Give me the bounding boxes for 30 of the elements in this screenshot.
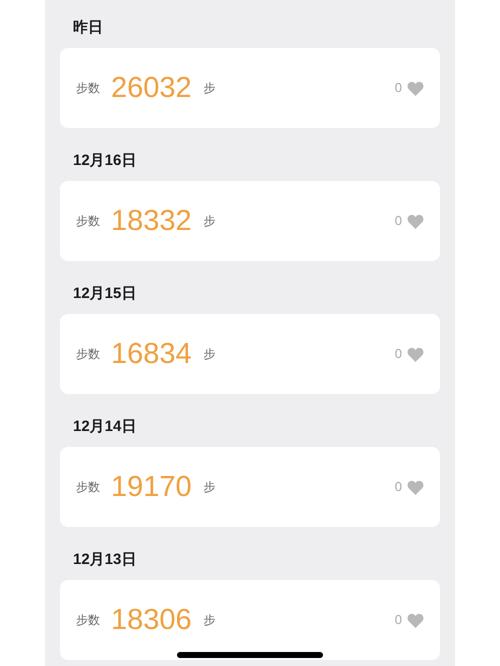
step-count: 26032 — [111, 74, 192, 102]
like-count: 0 — [394, 212, 402, 230]
steps-label: 步数 — [76, 612, 100, 629]
like-count: 0 — [394, 79, 402, 98]
steps-unit: 步 — [204, 479, 216, 496]
date-heading: 12月15日 — [72, 284, 136, 304]
steps-unit: 步 — [204, 213, 216, 230]
steps-label: 步数 — [76, 346, 100, 363]
steps-label: 步数 — [76, 80, 100, 97]
like-count: 0 — [394, 345, 402, 364]
step-count: 18306 — [111, 606, 192, 634]
heart-icon[interactable] — [407, 80, 424, 96]
date-heading: 昨日 — [72, 18, 103, 38]
like-count: 0 — [394, 478, 402, 496]
steps-label: 步数 — [76, 213, 100, 230]
steps-label: 步数 — [76, 479, 100, 496]
step-count: 19170 — [111, 472, 192, 502]
steps-unit: 步 — [204, 80, 216, 97]
step-count: 16834 — [111, 340, 192, 368]
date-heading: 12月13日 — [72, 550, 136, 570]
step-count: 18332 — [111, 206, 192, 236]
steps-unit: 步 — [204, 612, 216, 629]
heart-icon[interactable] — [407, 214, 424, 228]
heart-icon[interactable] — [407, 480, 424, 494]
heart-icon[interactable] — [407, 612, 424, 628]
heart-icon[interactable] — [407, 346, 424, 362]
steps-unit: 步 — [204, 346, 216, 363]
date-heading: 12月14日 — [72, 417, 136, 437]
like-count: 0 — [394, 611, 402, 630]
date-heading: 12月16日 — [72, 151, 136, 171]
